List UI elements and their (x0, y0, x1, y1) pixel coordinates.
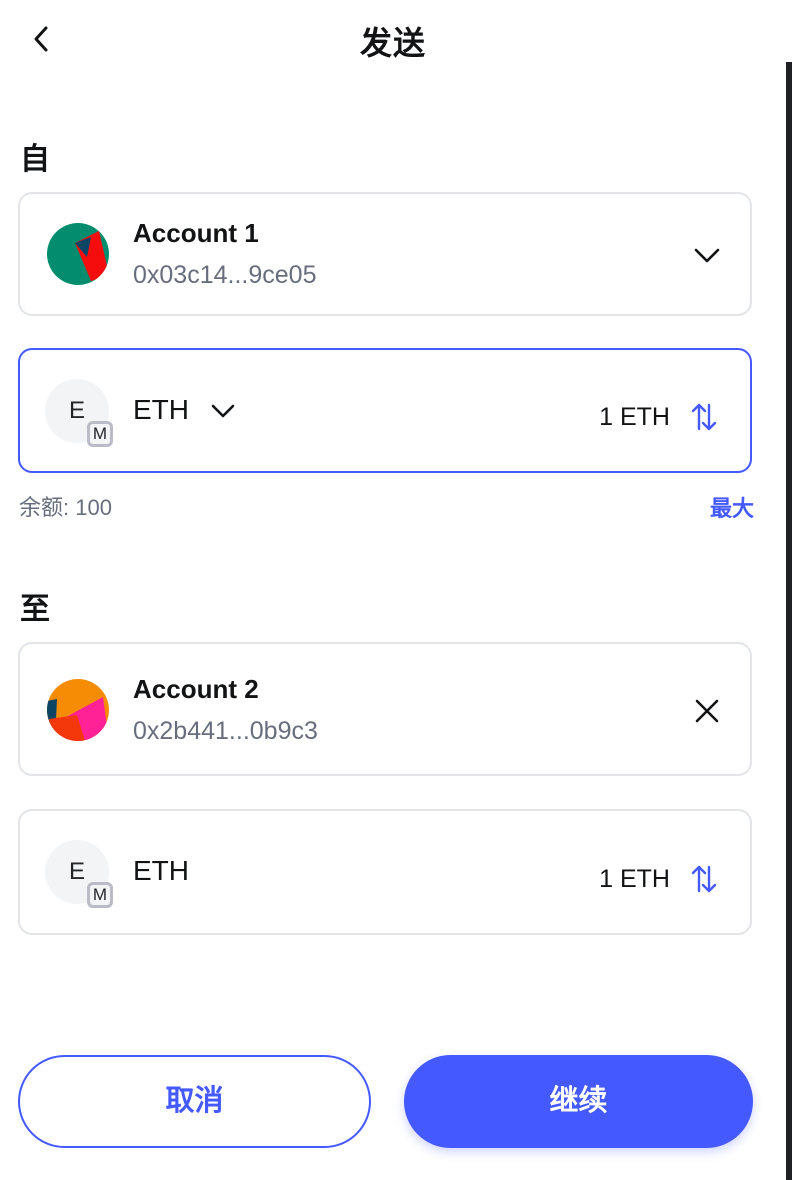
token-avatar: E M (45, 840, 113, 908)
header: 发送 (0, 0, 786, 80)
token-dropdown-button[interactable] (210, 398, 236, 424)
network-badge: M (87, 421, 113, 447)
amount-value[interactable]: 1 ETH (599, 403, 670, 432)
token-symbol: ETH (133, 855, 189, 886)
cancel-button[interactable]: 取消 (18, 1055, 371, 1148)
chevron-down-icon (211, 404, 235, 418)
account-2-avatar (47, 679, 109, 741)
token-symbol[interactable]: ETH (133, 394, 189, 426)
close-icon (695, 699, 719, 723)
swap-arrows-icon (691, 865, 717, 893)
from-asset-input[interactable]: E M ETH 1 ETH (18, 348, 752, 473)
swap-currency-button[interactable] (690, 402, 718, 432)
send-page: 发送 自 Account 1 0x03c14...9ce05 E M ETH 1… (0, 0, 792, 1180)
clear-recipient-button[interactable] (692, 696, 722, 726)
account-address: 0x2b441...0b9c3 (133, 717, 318, 745)
network-badge: M (87, 882, 113, 908)
account-name: Account 1 (133, 218, 259, 248)
balance-text: 余额: 100 (19, 495, 112, 520)
continue-button[interactable]: 继续 (404, 1055, 753, 1148)
from-account-picker[interactable]: Account 1 0x03c14...9ce05 (18, 192, 752, 316)
from-label: 自 (20, 143, 50, 176)
swap-arrows-icon (691, 403, 717, 431)
swap-currency-button[interactable] (690, 864, 718, 894)
chevron-down-icon (694, 248, 720, 263)
account-1-avatar (47, 223, 109, 285)
account-address: 0x03c14...9ce05 (133, 261, 317, 289)
max-button[interactable]: 最大 (710, 491, 754, 523)
account-dropdown-button[interactable] (692, 240, 722, 270)
amount-value: 1 ETH (599, 865, 670, 893)
window-edge (786, 62, 792, 1180)
to-account-card[interactable]: Account 2 0x2b441...0b9c3 (18, 642, 752, 776)
to-asset-card: E M ETH 1 ETH (18, 809, 752, 935)
token-avatar: E M (45, 379, 113, 447)
to-label: 至 (20, 593, 50, 626)
page-title: 发送 (359, 25, 426, 61)
account-name: Account 2 (133, 674, 259, 704)
